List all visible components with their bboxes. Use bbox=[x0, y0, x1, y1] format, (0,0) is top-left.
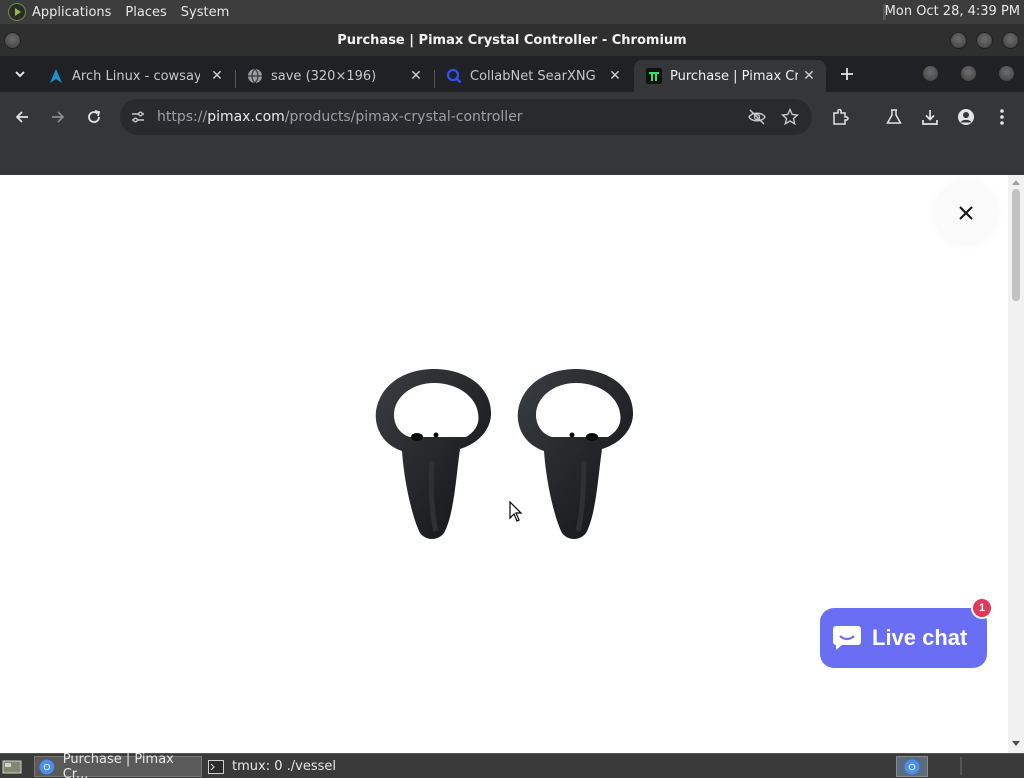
url-host: pimax.com bbox=[207, 109, 285, 125]
page-scrollbar[interactable] bbox=[1008, 175, 1024, 753]
chromium-icon bbox=[39, 759, 55, 774]
close-icon bbox=[959, 206, 973, 220]
close-tab-icon[interactable]: ✕ bbox=[606, 67, 624, 85]
search-icon bbox=[446, 68, 462, 84]
taskbar-item-label: Purchase | Pimax Cr... bbox=[62, 751, 174, 778]
taskbar-item-chromium[interactable]: Purchase | Pimax Cr... bbox=[34, 752, 202, 778]
arrow-right-icon bbox=[52, 111, 65, 123]
reload-button[interactable] bbox=[82, 105, 106, 129]
page-content: Live chat 1 bbox=[0, 175, 1008, 753]
chromium-icon bbox=[904, 759, 920, 774]
scroll-down-icon[interactable] bbox=[1012, 741, 1020, 747]
mouse-cursor-icon bbox=[509, 501, 523, 522]
workspace-switcher[interactable] bbox=[896, 756, 928, 777]
maximize-button[interactable] bbox=[976, 32, 993, 49]
close-tab-icon[interactable]: ✕ bbox=[407, 67, 425, 85]
live-chat-label: Live chat bbox=[872, 625, 968, 650]
taskbar-separator bbox=[960, 757, 962, 775]
live-chat-button[interactable]: Live chat 1 bbox=[820, 597, 993, 668]
taskbar-item-label: tmux: 0 ./vessel bbox=[232, 759, 336, 774]
chat-bubble-icon bbox=[833, 626, 861, 650]
tab-pimax[interactable]: Purchase | Pimax Crys ✕ bbox=[634, 60, 826, 92]
left-controller bbox=[375, 369, 492, 539]
profile-button[interactable] bbox=[954, 105, 978, 129]
window-titlebar[interactable]: Purchase | Pimax Crystal Controller - Ch… bbox=[0, 24, 1024, 56]
url-scheme: https:// bbox=[157, 109, 208, 125]
tab-save[interactable]: save (320×196) ✕ bbox=[235, 60, 433, 92]
chevron-down-icon bbox=[15, 71, 25, 78]
tab-label: Purchase | Pimax Crys bbox=[670, 68, 798, 84]
tab-label: save (320×196) bbox=[271, 68, 377, 84]
browser-toolbar: https://pimax.com/products/pimax-crystal… bbox=[0, 92, 1024, 142]
tab-strip: Arch Linux - cowsay 3. ✕ save (320×196) … bbox=[0, 56, 1024, 92]
window-menu-button[interactable] bbox=[4, 32, 21, 49]
right-controller bbox=[517, 369, 634, 539]
tab-search-button[interactable] bbox=[8, 62, 32, 86]
applications-menu[interactable]: Applications bbox=[32, 5, 111, 20]
extra-window-button[interactable] bbox=[998, 65, 1015, 82]
extensions-button[interactable] bbox=[828, 105, 852, 129]
menu-button[interactable] bbox=[990, 105, 1014, 129]
extra-window-button[interactable] bbox=[922, 65, 939, 82]
puzzle-icon bbox=[833, 108, 849, 125]
notification-badge: 1 bbox=[971, 597, 993, 619]
system-panel: Applications Places System Mon Oct 28, 4… bbox=[0, 0, 1024, 24]
reload-icon bbox=[88, 110, 101, 123]
close-tab-icon[interactable]: ✕ bbox=[800, 67, 818, 85]
downloads-button[interactable] bbox=[918, 105, 942, 129]
places-menu[interactable]: Places bbox=[125, 5, 166, 20]
extra-window-button[interactable] bbox=[960, 65, 977, 82]
gnome-foot-icon[interactable] bbox=[8, 3, 26, 21]
window-title: Purchase | Pimax Crystal Controller - Ch… bbox=[337, 32, 687, 48]
tab-searxng[interactable]: CollabNet SearXNG ✕ bbox=[434, 60, 632, 92]
clock[interactable]: Mon Oct 28, 4:39 PM bbox=[885, 4, 1020, 19]
labs-button[interactable] bbox=[882, 105, 906, 129]
tab-arch-linux[interactable]: Arch Linux - cowsay 3. ✕ bbox=[36, 60, 234, 92]
close-window-button[interactable] bbox=[1002, 32, 1019, 49]
person-icon bbox=[958, 109, 974, 125]
download-icon bbox=[922, 110, 938, 125]
tab-label: Arch Linux - cowsay 3. bbox=[72, 68, 200, 84]
close-tab-icon[interactable]: ✕ bbox=[208, 67, 226, 85]
bookmarks-bar bbox=[0, 142, 1024, 175]
star-icon[interactable] bbox=[780, 107, 800, 130]
url-text[interactable]: https://pimax.com/products/pimax-crystal… bbox=[157, 109, 523, 125]
url-path: /products/pimax-crystal-controller bbox=[284, 109, 523, 125]
site-settings-icon[interactable] bbox=[128, 109, 148, 125]
forward-button[interactable] bbox=[46, 105, 70, 129]
system-menu[interactable]: System bbox=[181, 5, 229, 20]
pimax-icon bbox=[646, 68, 662, 84]
taskbar: Purchase | Pimax Cr... tmux: 0 ./vessel bbox=[0, 752, 1024, 778]
terminal-icon bbox=[208, 759, 224, 774]
plus-icon bbox=[841, 68, 853, 80]
scroll-up-icon[interactable] bbox=[1012, 179, 1020, 185]
kebab-menu-icon bbox=[1000, 109, 1004, 125]
globe-icon bbox=[248, 68, 262, 84]
minimize-button[interactable] bbox=[950, 32, 967, 49]
flask-icon bbox=[886, 109, 902, 124]
new-tab-button[interactable] bbox=[835, 62, 859, 86]
show-desktop-icon[interactable] bbox=[2, 756, 24, 777]
close-gallery-button[interactable] bbox=[936, 183, 996, 243]
arch-linux-icon bbox=[50, 69, 62, 83]
back-button[interactable] bbox=[10, 105, 34, 129]
product-image bbox=[375, 369, 634, 539]
address-bar[interactable]: https://pimax.com/products/pimax-crystal… bbox=[120, 99, 812, 135]
tab-label: CollabNet SearXNG bbox=[470, 68, 596, 84]
eye-off-icon[interactable] bbox=[748, 109, 766, 129]
taskbar-item-tmux[interactable]: tmux: 0 ./vessel bbox=[206, 756, 366, 777]
scrollbar-thumb[interactable] bbox=[1012, 189, 1020, 301]
arrow-left-icon bbox=[15, 111, 28, 123]
